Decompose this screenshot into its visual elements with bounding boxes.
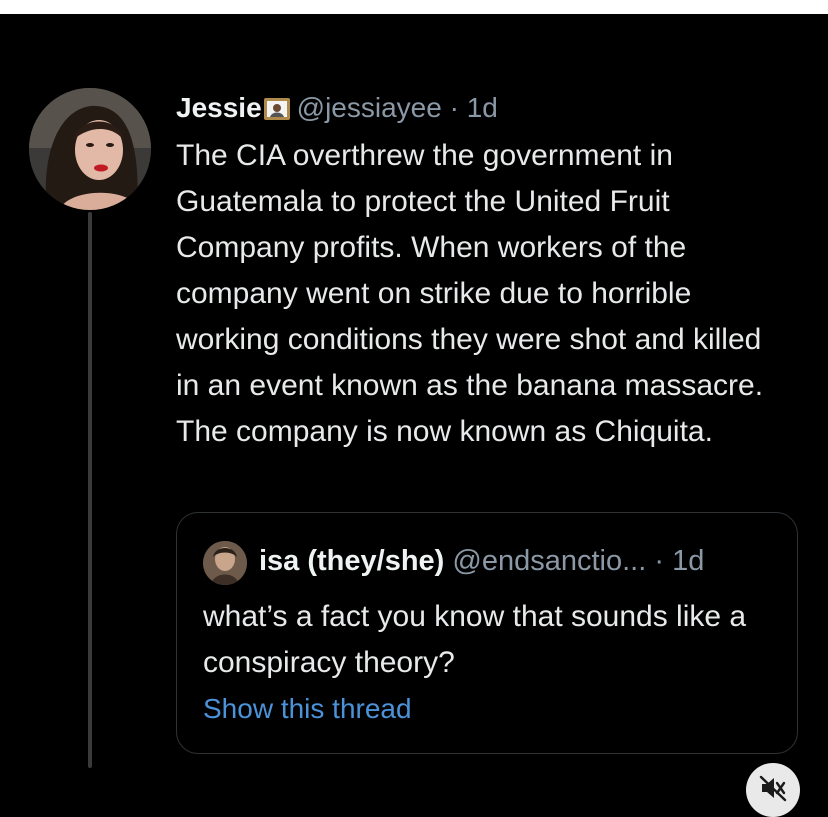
quoted-avatar-image	[203, 541, 247, 585]
show-thread-link[interactable]: Show this thread	[203, 691, 412, 727]
separator-dot: ·	[449, 92, 459, 123]
author-name[interactable]: Jessie	[176, 92, 262, 123]
quoted-author-name[interactable]: isa (they/she)	[259, 545, 444, 577]
avatar-image	[29, 88, 151, 210]
frame-with-picture-emoji-icon	[263, 94, 291, 130]
quoted-tweet-card[interactable]: isa (they/she) @endsanctio... · 1d what’…	[176, 512, 798, 754]
quoted-separator-dot: ·	[654, 545, 665, 577]
top-white-strip	[0, 0, 828, 14]
mute-button[interactable]	[746, 763, 800, 817]
quoted-tweet-header: isa (they/she) @endsanctio... · 1d	[259, 543, 704, 579]
quoted-author-handle[interactable]: @endsanctio...	[452, 545, 646, 577]
quoted-tweet-text: what’s a fact you know that sounds like …	[203, 600, 747, 679]
quoted-timestamp[interactable]: 1d	[672, 545, 704, 577]
timestamp[interactable]: 1d	[467, 92, 498, 123]
tweet-text: The CIA overthrew the government in Guat…	[176, 139, 764, 448]
speaker-muted-icon	[759, 774, 787, 807]
tweet-header: Jessie @jessiayee · 1d	[176, 90, 498, 130]
avatar[interactable]	[29, 88, 151, 210]
quoted-avatar[interactable]	[203, 541, 247, 585]
thread-line	[88, 212, 92, 768]
author-handle[interactable]: @jessiayee	[297, 92, 442, 123]
